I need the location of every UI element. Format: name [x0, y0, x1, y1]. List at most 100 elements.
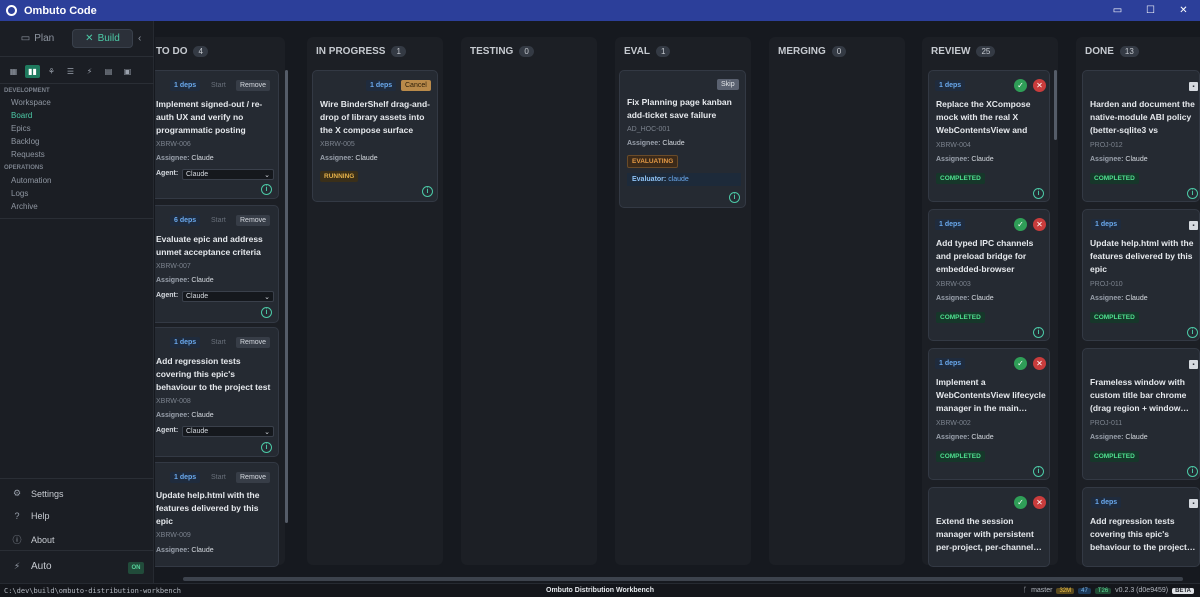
- start-button[interactable]: Start: [211, 474, 226, 481]
- review-scrollbar[interactable]: [1054, 70, 1057, 140]
- task-card[interactable]: 1 deps Start Remove Implement signed-out…: [155, 70, 279, 199]
- reject-x-icon[interactable]: ✕: [1033, 79, 1046, 92]
- deps-badge[interactable]: 1 deps: [935, 358, 966, 369]
- help-link[interactable]: ? Help: [12, 511, 49, 521]
- about-label: About: [31, 534, 55, 545]
- archive-icon[interactable]: ▪: [1189, 82, 1198, 91]
- maximize-button[interactable]: ☐: [1134, 5, 1167, 16]
- deps-badge[interactable]: 1 deps: [170, 472, 201, 483]
- auto-toggle[interactable]: ON: [128, 562, 144, 574]
- cancel-button[interactable]: Cancel: [401, 80, 431, 91]
- nav-logs[interactable]: Logs: [11, 189, 28, 198]
- status-badge: COMPLETED: [1090, 173, 1139, 184]
- nav-backlog[interactable]: Backlog: [11, 137, 39, 146]
- info-icon[interactable]: i: [1187, 466, 1198, 477]
- approve-check-icon[interactable]: ✓: [1014, 357, 1027, 370]
- deps-badge[interactable]: 1 deps: [1091, 497, 1122, 508]
- todo-scrollbar[interactable]: [285, 70, 288, 523]
- deps-badge[interactable]: 1 deps: [935, 80, 966, 91]
- deps-badge[interactable]: 6 deps: [170, 215, 201, 226]
- task-card[interactable]: 1 deps ✓ ✕ Replace the XCompose mock wit…: [928, 70, 1050, 202]
- assignee-value: Claude: [191, 547, 214, 554]
- info-icon[interactable]: i: [1187, 188, 1198, 199]
- close-window-button[interactable]: ✕: [1167, 5, 1200, 16]
- status-badge: COMPLETED: [1090, 451, 1139, 462]
- plan-mode-button[interactable]: ▭ Plan: [7, 29, 68, 48]
- agent-select[interactable]: Claude ⌄: [182, 169, 274, 180]
- archive-icon[interactable]: ▪: [1189, 221, 1198, 230]
- list-view-icon[interactable]: ☰: [63, 65, 78, 78]
- card-id: AD_HOC-001: [627, 126, 671, 133]
- nav-workspace[interactable]: Workspace: [11, 98, 51, 107]
- nav-epics[interactable]: Epics: [11, 124, 31, 133]
- task-card[interactable]: ✓ ✕ Extend the session manager with pers…: [928, 487, 1050, 567]
- column-testing: TESTING 0: [461, 37, 597, 565]
- nav-board[interactable]: Board: [11, 111, 32, 120]
- document-view-icon[interactable]: ▤: [101, 65, 116, 78]
- nav-requests[interactable]: Requests: [11, 150, 45, 159]
- task-card[interactable]: 6 deps Start Remove Evaluate epic and ad…: [155, 205, 279, 323]
- remove-button[interactable]: Remove: [236, 337, 271, 348]
- graph-view-icon[interactable]: ⚘: [44, 65, 59, 78]
- approve-check-icon[interactable]: ✓: [1014, 496, 1027, 509]
- nav-automation[interactable]: Automation: [11, 176, 51, 185]
- info-icon[interactable]: i: [1033, 188, 1044, 199]
- collapse-sidebar-chevron-icon[interactable]: ‹: [138, 33, 141, 44]
- deps-badge[interactable]: 1 deps: [935, 219, 966, 230]
- info-icon[interactable]: i: [261, 184, 272, 195]
- build-mode-button[interactable]: ✕ Build: [72, 29, 133, 48]
- task-card[interactable]: 1 deps ▪ Add regression tests covering t…: [1082, 487, 1200, 567]
- skip-button[interactable]: Skip: [717, 79, 739, 90]
- calendar-view-icon[interactable]: ▣: [120, 65, 135, 78]
- agent-select[interactable]: Claude ⌄: [182, 426, 274, 437]
- info-icon[interactable]: i: [1033, 327, 1044, 338]
- remove-button[interactable]: Remove: [236, 80, 271, 91]
- git-branch[interactable]: master: [1031, 587, 1052, 594]
- archive-icon[interactable]: ▪: [1189, 499, 1198, 508]
- info-icon[interactable]: i: [261, 442, 272, 453]
- task-card[interactable]: 1 deps Cancel Wire BinderShelf drag-and-…: [312, 70, 438, 202]
- board-view-icon[interactable]: ▮▮: [25, 65, 40, 78]
- start-button[interactable]: Start: [211, 82, 226, 89]
- info-icon[interactable]: i: [1187, 327, 1198, 338]
- deps-badge[interactable]: 1 deps: [1091, 219, 1122, 230]
- deps-badge[interactable]: 1 deps: [366, 80, 397, 91]
- task-card[interactable]: 1 deps Start Remove Update help.html wit…: [155, 462, 279, 567]
- start-button[interactable]: Start: [211, 339, 226, 346]
- archive-icon[interactable]: ▪: [1189, 360, 1198, 369]
- task-card[interactable]: 1 deps ✓ ✕ Add typed IPC channels and pr…: [928, 209, 1050, 341]
- task-card[interactable]: ▪ Frameless window with custom title bar…: [1082, 348, 1200, 480]
- task-card[interactable]: 1 deps Start Remove Add regression tests…: [155, 327, 279, 457]
- task-card[interactable]: ▪ Harden and document the native-module …: [1082, 70, 1200, 202]
- board-horizontal-scrollbar[interactable]: [183, 577, 1183, 581]
- assignee-label: Assignee:: [156, 277, 190, 284]
- info-icon[interactable]: i: [1033, 466, 1044, 477]
- about-link[interactable]: ⓘ About: [12, 533, 55, 546]
- agent-select[interactable]: Claude ⌄: [182, 291, 274, 302]
- reject-x-icon[interactable]: ✕: [1033, 496, 1046, 509]
- reject-x-icon[interactable]: ✕: [1033, 357, 1046, 370]
- remove-button[interactable]: Remove: [236, 215, 271, 226]
- remove-button[interactable]: Remove: [236, 472, 271, 483]
- approve-check-icon[interactable]: ✓: [1014, 79, 1027, 92]
- task-card[interactable]: 1 deps ▪ Update help.html with the featu…: [1082, 209, 1200, 341]
- info-icon[interactable]: i: [422, 186, 433, 197]
- nav-archive[interactable]: Archive: [11, 202, 38, 211]
- minimize-button[interactable]: ▭: [1101, 5, 1134, 16]
- activity-view-icon[interactable]: ⚡: [82, 65, 97, 78]
- info-icon[interactable]: i: [729, 192, 740, 203]
- grid-view-icon[interactable]: ▦: [6, 65, 21, 78]
- deps-badge[interactable]: 1 deps: [170, 337, 201, 348]
- task-card[interactable]: 1 deps ✓ ✕ Implement a WebContentsView l…: [928, 348, 1050, 480]
- assignee-value: Claude: [971, 295, 994, 302]
- assignee-value: Claude: [191, 155, 214, 162]
- start-button[interactable]: Start: [211, 217, 226, 224]
- approve-check-icon[interactable]: ✓: [1014, 218, 1027, 231]
- info-icon[interactable]: i: [261, 307, 272, 318]
- task-card[interactable]: Skip Fix Planning page kanban add-ticket…: [619, 70, 746, 208]
- card-title: Replace the XCompose mock with the real …: [936, 99, 1031, 135]
- reject-x-icon[interactable]: ✕: [1033, 218, 1046, 231]
- settings-link[interactable]: ⚙ Settings: [12, 488, 64, 499]
- deps-badge[interactable]: 1 deps: [170, 80, 201, 91]
- assignee-label: Assignee:: [936, 295, 970, 302]
